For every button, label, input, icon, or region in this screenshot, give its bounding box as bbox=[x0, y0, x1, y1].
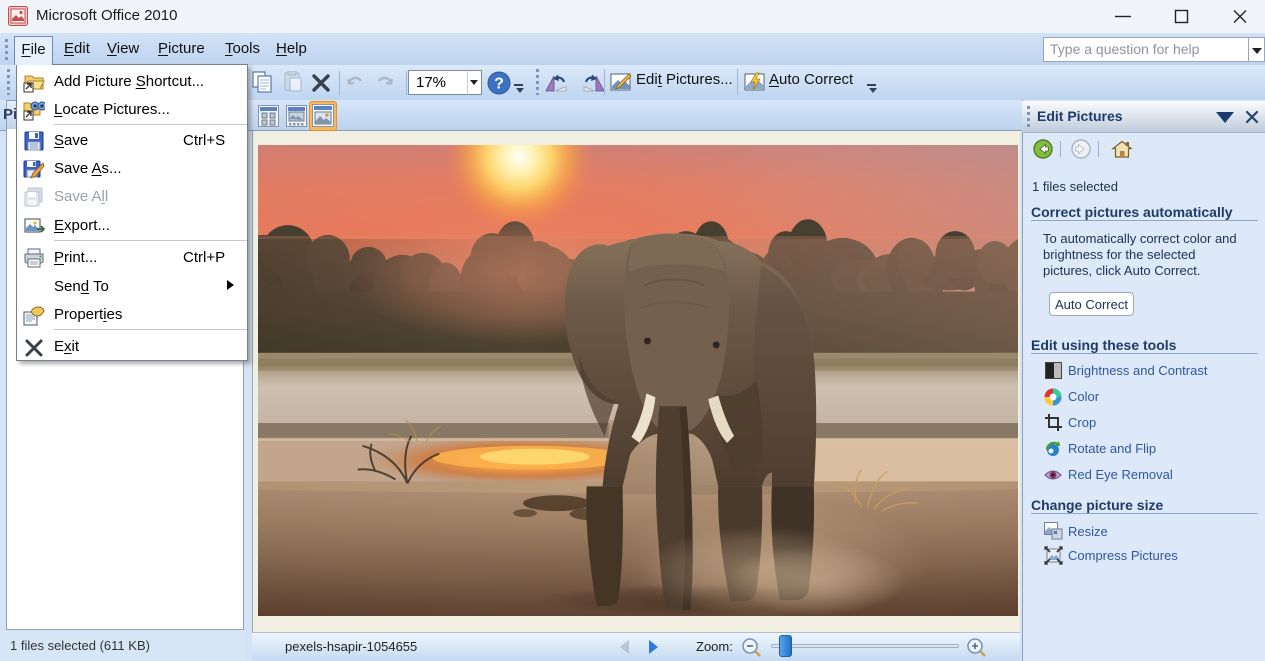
svg-text:?: ? bbox=[494, 76, 504, 93]
